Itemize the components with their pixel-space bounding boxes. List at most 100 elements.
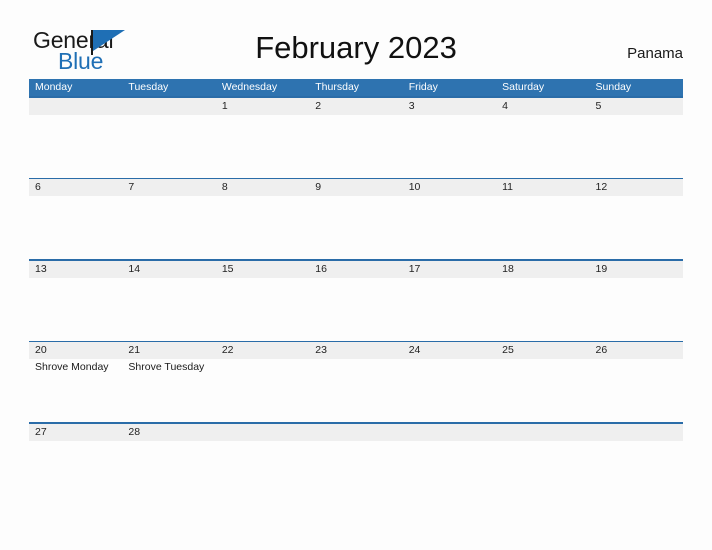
day-cell[interactable] (496, 196, 589, 259)
page-title: February 2023 (255, 30, 457, 65)
weekday-header-tuesday: Tuesday (128, 81, 169, 93)
day-number[interactable]: 4 (496, 98, 589, 115)
day-cell (309, 441, 402, 469)
day-number[interactable]: 12 (590, 179, 683, 196)
day-number[interactable]: 19 (590, 261, 683, 278)
day-cell[interactable] (216, 115, 309, 178)
day-number[interactable]: 16 (309, 261, 402, 278)
weekday-header-row: Monday Tuesday Wednesday Thursday Friday Satu… (29, 79, 683, 96)
day-cell[interactable] (496, 278, 589, 341)
day-number-empty (309, 424, 402, 441)
region-label: Panama (627, 45, 683, 62)
weekday-header-sunday: Sunday (595, 81, 632, 93)
day-cell (122, 115, 215, 178)
day-cell[interactable] (309, 359, 402, 422)
day-number[interactable]: 5 (590, 98, 683, 115)
day-cell[interactable]: Shrove Monday (29, 359, 122, 422)
day-number[interactable]: 17 (403, 261, 496, 278)
day-cell (590, 441, 683, 469)
day-cell (496, 441, 589, 469)
weekday-header-wednesday: Wednesday (221, 81, 278, 93)
day-number[interactable]: 2 (309, 98, 402, 115)
day-number[interactable]: 18 (496, 261, 589, 278)
weekday-header-saturday: Saturday (502, 81, 545, 93)
day-number-empty (122, 98, 215, 115)
week-body-band (29, 196, 683, 259)
day-cell[interactable] (29, 441, 122, 469)
day-cell[interactable] (122, 196, 215, 259)
day-cell (216, 441, 309, 469)
day-cell[interactable] (496, 115, 589, 178)
calendar-weeks: 1 2 3 4 5 6 7 8 9 10 11 12 13 14 15 16 17 18 19 20 21 22 23 24 2… (29, 96, 683, 469)
day-number[interactable]: 11 (496, 179, 589, 196)
day-number-empty (216, 424, 309, 441)
day-cell[interactable] (590, 278, 683, 341)
day-number[interactable]: 3 (403, 98, 496, 115)
day-number[interactable]: 13 (29, 261, 122, 278)
day-number[interactable]: 27 (29, 424, 122, 441)
day-event: Shrove Monday (35, 361, 109, 373)
day-event: Shrove Tuesday (128, 361, 205, 373)
day-number[interactable]: 21 (122, 342, 215, 359)
day-number[interactable]: 10 (403, 179, 496, 196)
day-number-empty (496, 424, 589, 441)
day-cell (403, 441, 496, 469)
day-number[interactable]: 6 (29, 179, 122, 196)
day-cell[interactable] (403, 115, 496, 178)
day-cell[interactable] (590, 115, 683, 178)
calendar-page: General Blue February 2023 Panama Monday… (0, 0, 712, 550)
calendar-week-row: 12345 (29, 96, 683, 178)
day-cell[interactable] (216, 196, 309, 259)
week-number-band: 20 21 22 23 24 25 26 (29, 342, 683, 359)
day-number[interactable]: 26 (590, 342, 683, 359)
day-cell[interactable] (309, 196, 402, 259)
day-number[interactable]: 25 (496, 342, 589, 359)
week-number-band: 12345 (29, 97, 683, 115)
day-cell[interactable] (403, 359, 496, 422)
day-number[interactable]: 14 (122, 261, 215, 278)
day-cell[interactable] (216, 278, 309, 341)
day-cell[interactable] (122, 441, 215, 469)
day-number-empty (403, 424, 496, 441)
week-body-band (29, 115, 683, 178)
day-cell[interactable] (216, 359, 309, 422)
day-cell[interactable] (590, 359, 683, 422)
page-header: General Blue February 2023 Panama (0, 0, 712, 78)
day-number[interactable]: 9 (309, 179, 402, 196)
day-cell[interactable] (309, 278, 402, 341)
day-number[interactable]: 24 (403, 342, 496, 359)
day-number[interactable]: 22 (216, 342, 309, 359)
day-number[interactable]: 23 (309, 342, 402, 359)
day-number[interactable]: 28 (122, 424, 215, 441)
calendar-grid: Monday Tuesday Wednesday Thursday Friday Satu… (29, 79, 683, 469)
day-cell[interactable] (29, 196, 122, 259)
day-number[interactable]: 1 (216, 98, 309, 115)
day-cell (29, 115, 122, 178)
week-number-band: 6 7 8 9 10 11 12 (29, 179, 683, 196)
calendar-week-row: 20 21 22 23 24 25 26 Shrove Monday Shrove Tuesda… (29, 340, 683, 423)
weekday-header-friday: Friday (408, 81, 438, 93)
day-cell[interactable] (122, 278, 215, 341)
day-number[interactable]: 8 (216, 179, 309, 196)
day-number[interactable]: 15 (216, 261, 309, 278)
day-cell[interactable] (403, 278, 496, 341)
week-body-band: Shrove Monday Shrove Tuesday (29, 359, 683, 422)
day-cell[interactable] (496, 359, 589, 422)
calendar-week-row: 27 28 (29, 422, 683, 469)
day-number-empty (590, 424, 683, 441)
calendar-week-row: 6 7 8 9 10 11 12 (29, 177, 683, 260)
weekday-header-thursday: Thursday (315, 81, 360, 93)
week-body-band (29, 278, 683, 341)
day-cell[interactable] (29, 278, 122, 341)
week-number-band: 13 14 15 16 17 18 19 (29, 260, 683, 278)
weekday-header-monday: Monday (35, 81, 73, 93)
calendar-week-row: 13 14 15 16 17 18 19 (29, 259, 683, 341)
day-number[interactable]: 20 (29, 342, 122, 359)
day-number[interactable]: 7 (122, 179, 215, 196)
day-cell[interactable] (590, 196, 683, 259)
week-number-band: 27 28 (29, 423, 683, 441)
day-cell[interactable] (309, 115, 402, 178)
day-cell[interactable] (403, 196, 496, 259)
week-body-band (29, 441, 683, 469)
day-cell[interactable]: Shrove Tuesday (122, 359, 215, 422)
